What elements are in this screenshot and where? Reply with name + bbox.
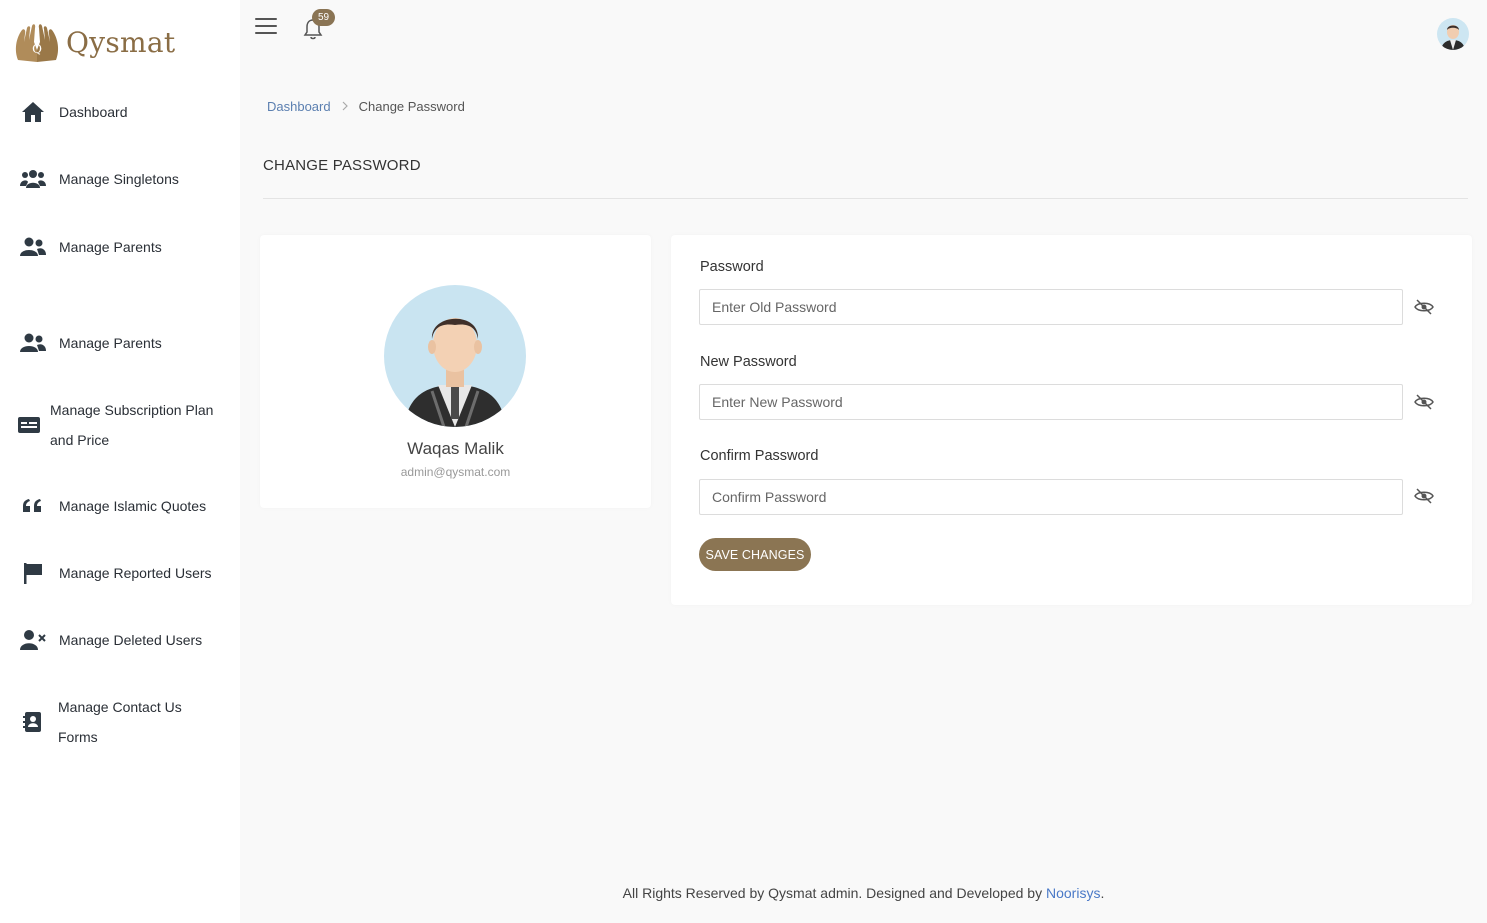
user-friends-icon [20,236,46,258]
divider [263,198,1468,199]
old-password-input[interactable] [699,289,1403,325]
sidebar: Q Qysmat Dashboard Manage Singletons Man… [0,0,240,923]
sidebar-item-manage-subscription-plan[interactable]: Manage Subscription Plan and Price [0,395,240,455]
flag-icon [20,562,46,584]
sidebar-item-label: Manage Parents [59,335,162,351]
sidebar-item-label: Manage Reported Users [59,565,212,581]
sidebar-item-label: Manage Islamic Quotes [59,498,207,514]
sidebar-item-manage-parents[interactable]: Manage Parents [0,232,240,262]
sidebar-item-manage-parents-2[interactable]: Manage Parents [0,328,240,358]
confirm-password-input[interactable] [699,479,1403,515]
hamburger-line [255,32,277,34]
home-icon [20,101,46,123]
sidebar-item-label-group: Manage Subscription Plan and Price [50,395,213,455]
footer-end: . [1100,885,1105,901]
sidebar-item-manage-islamic-quotes[interactable]: Manage Islamic Quotes [0,491,240,521]
logo-hands-icon: Q [15,24,59,62]
new-password-label: New Password [700,354,797,370]
sidebar-item-label: Manage Contact Us [58,699,182,715]
breadcrumb: Dashboard Change Password [267,99,465,114]
hamburger-line [255,18,277,20]
menu-toggle-button[interactable] [255,18,277,38]
sidebar-item-label: Manage Parents [59,239,162,255]
footer-developer-link[interactable]: Noorisys [1046,885,1100,901]
contact-book-icon [20,711,46,733]
eye-slash-icon[interactable] [1414,392,1434,412]
save-changes-button[interactable]: SAVE CHANGES [699,538,811,571]
user-times-icon [20,629,46,651]
sidebar-item-label: Dashboard [59,104,128,120]
id-card-icon [16,414,42,436]
chevron-right-icon [341,100,349,114]
breadcrumb-home-link[interactable]: Dashboard [267,99,331,114]
page-title: CHANGE PASSWORD [263,157,421,174]
change-password-form: Password New Password Confirm Password S… [671,235,1472,605]
sidebar-item-manage-singletons[interactable]: Manage Singletons [0,164,240,194]
confirm-password-label: Confirm Password [700,448,819,464]
profile-name: Waqas Malik [407,439,504,458]
quote-icon [20,495,46,517]
footer-text: All Rights Reserved by Qysmat admin. Des… [622,885,1043,901]
svg-text:Q: Q [32,42,42,56]
sidebar-item-dashboard[interactable]: Dashboard [0,97,240,127]
breadcrumb-current: Change Password [358,99,465,114]
sidebar-item-label: Manage Subscription Plan [50,402,214,418]
logo-text: Qysmat [66,25,176,59]
eye-slash-icon[interactable] [1414,297,1434,317]
notification-count-badge: 59 [312,9,336,26]
sidebar-item-label: Forms [58,729,98,745]
profile-card: Waqas Malik admin@qysmat.com [260,235,651,508]
user-avatar[interactable] [1437,18,1469,50]
sidebar-item-label-group: Manage Contact Us Forms [58,692,182,752]
logo[interactable]: Q Qysmat [12,20,175,64]
hamburger-line [255,25,277,27]
eye-slash-icon[interactable] [1414,486,1434,506]
sidebar-item-manage-reported-users[interactable]: Manage Reported Users [0,558,240,588]
footer: All Rights Reserved by Qysmat admin. Des… [240,885,1487,901]
password-label: Password [700,259,764,275]
users-icon [20,168,46,190]
profile-avatar [384,285,526,427]
new-password-input[interactable] [699,384,1403,420]
sidebar-item-manage-contact-us-forms[interactable]: Manage Contact Us Forms [0,692,240,752]
sidebar-item-label: Manage Deleted Users [59,632,203,648]
user-friends-icon [20,332,46,354]
sidebar-item-label: and Price [50,432,110,448]
sidebar-item-manage-deleted-users[interactable]: Manage Deleted Users [0,625,240,655]
profile-email: admin@qysmat.com [400,465,511,479]
sidebar-item-label: Manage Singletons [59,171,179,187]
